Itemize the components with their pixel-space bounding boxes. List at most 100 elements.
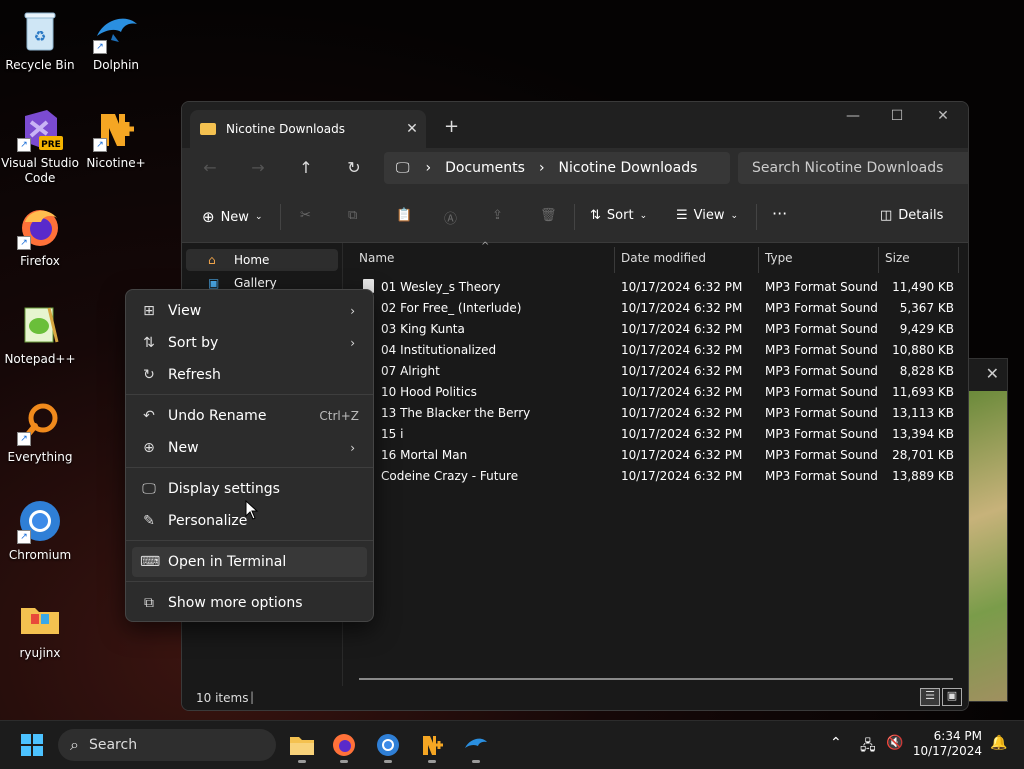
- nav-item-home[interactable]: ⌂ Home: [186, 249, 338, 271]
- desktop-icon-firefox[interactable]: ↗ Firefox: [0, 204, 80, 269]
- notepad-plus-plus-icon: [17, 302, 63, 348]
- desktop-icon-dolphin[interactable]: ↗ Dolphin: [76, 8, 156, 73]
- file-date: 10/17/2024 6:32 PM: [621, 364, 743, 378]
- file-size: 13,113 KB: [892, 406, 954, 420]
- pencil-icon: ✎: [143, 513, 155, 529]
- file-type: MP3 Format Sound: [765, 322, 878, 336]
- address-bar[interactable]: 🖵 › Documents › Nicotine Downloads: [384, 152, 730, 184]
- column-header-date[interactable]: Date modified: [621, 251, 706, 265]
- cut-icon[interactable]: ✂: [300, 208, 311, 223]
- desktop-icon-everything[interactable]: ↗ Everything: [0, 400, 80, 465]
- maximize-icon[interactable]: ☐: [874, 108, 920, 124]
- desktop-icon-ryujinx[interactable]: ryujinx: [0, 596, 80, 661]
- new-button[interactable]: ⊕ New ⌄: [202, 208, 262, 226]
- refresh-icon[interactable]: ↻: [342, 158, 366, 177]
- delete-icon[interactable]: 🗑: [540, 208, 557, 223]
- desktop-icon-label: Firefox: [20, 254, 60, 268]
- search-placeholder: Search Nicotine Downloads: [752, 160, 944, 176]
- chevron-up-icon[interactable]: ⌃: [830, 735, 842, 751]
- menu-item-undo-rename[interactable]: ↶ Undo Rename Ctrl+Z: [132, 401, 367, 431]
- folder-icon: [290, 737, 314, 755]
- table-row[interactable]: 10 Hood Politics 10/17/2024 6:32 PM MP3 Fo…: [343, 381, 960, 402]
- menu-item-view[interactable]: ⊞ View ›: [132, 296, 367, 326]
- more-options-icon[interactable]: ···: [772, 204, 787, 223]
- folder-icon: [200, 123, 216, 135]
- background-window[interactable]: ✕: [966, 358, 1008, 702]
- chevron-right-icon[interactable]: ›: [426, 160, 432, 176]
- table-row[interactable]: 03 King Kunta 10/17/2024 6:32 PM MP3 Forma…: [343, 318, 960, 339]
- volume-muted-icon[interactable]: 🔇: [886, 735, 903, 751]
- file-name: 16 Mortal Man: [381, 448, 468, 462]
- notification-icon[interactable]: 🔔: [990, 735, 1007, 751]
- nicotine-plus-icon: ↗: [93, 106, 139, 152]
- close-window-icon[interactable]: ✕: [920, 108, 966, 124]
- share-icon[interactable]: ⇪: [492, 208, 503, 223]
- sort-button[interactable]: ⇅ Sort ⌄: [590, 208, 647, 223]
- close-icon[interactable]: ✕: [986, 364, 999, 383]
- taskbar-nicotine[interactable]: [414, 727, 450, 763]
- table-row[interactable]: 15 i 10/17/2024 6:32 PM MP3 Format Sound 13…: [343, 423, 960, 444]
- clock[interactable]: 6:34 PM 10/17/2024: [912, 729, 982, 759]
- horizontal-scrollbar[interactable]: [359, 678, 953, 680]
- running-indicator: [428, 760, 436, 763]
- file-name: 10 Hood Politics: [381, 385, 477, 399]
- rename-icon[interactable]: Ⓐ: [444, 208, 457, 227]
- clock-date: 10/17/2024: [912, 744, 982, 758]
- plus-circle-icon: ⊕: [202, 208, 215, 226]
- taskbar-firefox[interactable]: [326, 727, 362, 763]
- table-row[interactable]: 04 Institutionalized 10/17/2024 6:32 PM MP…: [343, 339, 960, 360]
- column-header-type[interactable]: Type: [765, 251, 793, 265]
- forward-arrow-icon[interactable]: →: [246, 158, 270, 177]
- file-name: 03 King Kunta: [381, 322, 465, 336]
- table-row[interactable]: 01 Wesley_s Theory 10/17/2024 6:32 PM MP3 …: [343, 276, 960, 297]
- menu-item-show-more-options[interactable]: ⧉ Show more options: [132, 588, 367, 618]
- details-view-icon[interactable]: ☰: [920, 688, 940, 706]
- desktop-icon-recycle-bin[interactable]: ♻ Recycle Bin: [0, 8, 80, 73]
- firefox-icon: [333, 734, 355, 756]
- desktop-icon-notepadpp[interactable]: Notepad++: [0, 302, 80, 367]
- desktop-icon-nicotine[interactable]: ↗ Nicotine+: [76, 106, 156, 171]
- menu-separator: [126, 540, 373, 541]
- file-type: MP3 Format Sound: [765, 343, 878, 357]
- tiles-view-icon[interactable]: ▣: [942, 688, 962, 706]
- copy-icon[interactable]: ⧉: [348, 208, 357, 223]
- table-row[interactable]: 02 For Free_ (Interlude) 10/17/2024 6:32 …: [343, 297, 960, 318]
- table-row[interactable]: Codeine Crazy - Future 10/17/2024 6:32 PM…: [343, 465, 960, 486]
- chevron-right-icon[interactable]: ›: [539, 160, 545, 176]
- menu-item-new[interactable]: ⊕ New ›: [132, 433, 367, 463]
- taskbar-chromium[interactable]: [370, 727, 406, 763]
- search-input[interactable]: Search Nicotine Downloads: [738, 152, 968, 184]
- menu-item-sort-by[interactable]: ⇅ Sort by ›: [132, 328, 367, 358]
- network-icon[interactable]: 🖧: [860, 735, 876, 759]
- breadcrumb-nicotine-downloads[interactable]: Nicotine Downloads: [559, 160, 698, 176]
- close-tab-icon[interactable]: ✕: [398, 121, 426, 137]
- taskbar-search[interactable]: ⌕ Search: [58, 729, 276, 761]
- breadcrumb-documents[interactable]: Documents: [445, 160, 525, 176]
- computer-icon: 🖵: [396, 160, 410, 176]
- view-button[interactable]: ☰ View ⌄: [676, 208, 738, 223]
- column-header-name[interactable]: Name: [359, 251, 394, 265]
- menu-item-refresh[interactable]: ↻ Refresh: [132, 360, 367, 390]
- menu-item-open-in-terminal[interactable]: ⌨ Open in Terminal: [132, 547, 367, 577]
- minimize-icon[interactable]: —: [830, 108, 876, 124]
- table-row[interactable]: 13 The Blacker the Berry 10/17/2024 6:32 …: [343, 402, 960, 423]
- new-tab-icon[interactable]: +: [444, 116, 459, 137]
- details-button[interactable]: ◫ Details: [880, 208, 943, 223]
- taskbar-file-explorer[interactable]: [284, 727, 320, 763]
- paste-icon[interactable]: 📋: [396, 208, 412, 223]
- svg-text:PRE: PRE: [41, 140, 61, 150]
- start-button[interactable]: [14, 727, 50, 763]
- file-date: 10/17/2024 6:32 PM: [621, 406, 743, 420]
- file-size: 11,490 KB: [892, 280, 954, 294]
- home-icon: ⌂: [208, 253, 216, 267]
- column-header-size[interactable]: Size: [885, 251, 910, 265]
- desktop-icon-vscode[interactable]: PRE ↗ Visual Studio Code: [0, 106, 80, 186]
- taskbar-dolphin[interactable]: [458, 727, 494, 763]
- running-indicator: [384, 760, 392, 763]
- desktop-icon-chromium[interactable]: ↗ Chromium: [0, 498, 80, 563]
- table-row[interactable]: 16 Mortal Man 10/17/2024 6:32 PM MP3 Forma…: [343, 444, 960, 465]
- table-row[interactable]: 07 Alright 10/17/2024 6:32 PM MP3 Format S…: [343, 360, 960, 381]
- tab-nicotine-downloads[interactable]: Nicotine Downloads ✕: [190, 110, 426, 148]
- back-arrow-icon[interactable]: ←: [198, 158, 222, 177]
- up-arrow-icon[interactable]: ↑: [294, 158, 318, 177]
